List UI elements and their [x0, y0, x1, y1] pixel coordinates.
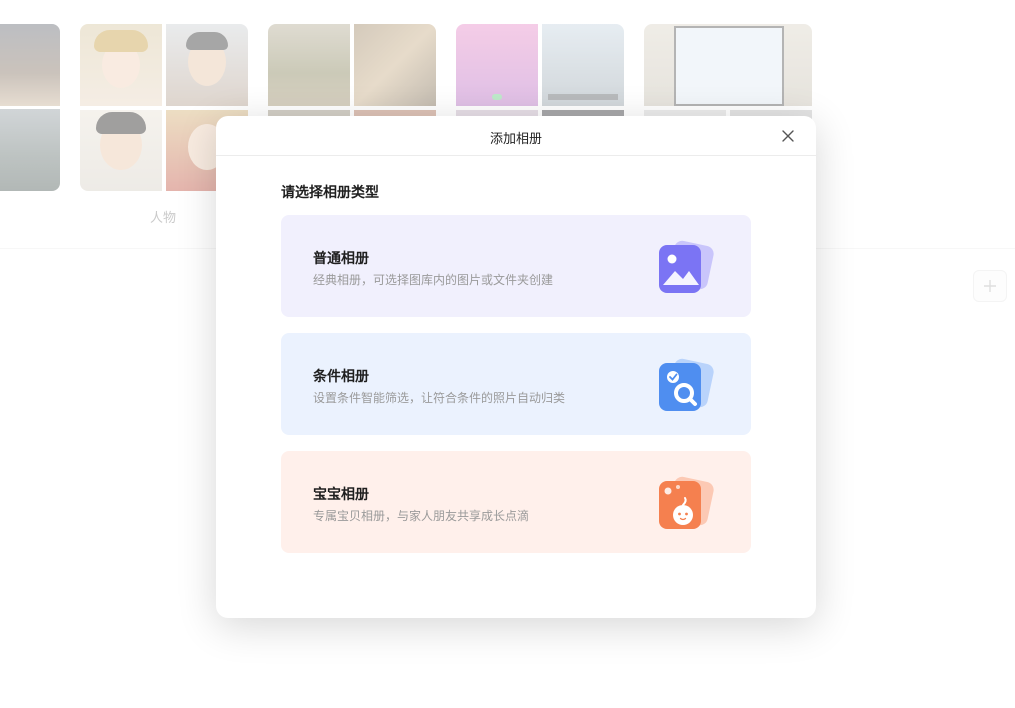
option-title: 条件相册 [313, 369, 369, 385]
option-title: 宝宝相册 [313, 487, 369, 503]
search-check-icon [659, 358, 714, 411]
condition-album-option[interactable]: 条件相册 设置条件智能筛选，让符合条件的照片自动归类 [281, 333, 751, 435]
option-description: 专属宝贝相册，与家人朋友共享成长点滴 [313, 509, 530, 523]
dialog-subtitle: 请选择相册类型 [281, 185, 379, 201]
option-description: 设置条件智能筛选，让符合条件的照片自动归类 [313, 391, 566, 405]
baby-album-option[interactable]: 宝宝相册 专属宝贝相册，与家人朋友共享成长点滴 [281, 451, 751, 553]
add-album-dialog: 添加相册 请选择相册类型 普通相册 经典相册，可选择图库内的图片或文件夹创建 条… [216, 116, 816, 618]
dialog-header: 添加相册 [216, 116, 816, 156]
image-icon [659, 240, 714, 293]
option-description: 经典相册，可选择图库内的图片或文件夹创建 [313, 273, 554, 287]
normal-album-option[interactable]: 普通相册 经典相册，可选择图库内的图片或文件夹创建 [281, 215, 751, 317]
baby-icon [659, 476, 714, 529]
dialog-title: 添加相册 [489, 132, 542, 147]
option-title: 普通相册 [313, 251, 369, 267]
close-icon [782, 130, 794, 142]
close-button[interactable] [780, 128, 796, 144]
